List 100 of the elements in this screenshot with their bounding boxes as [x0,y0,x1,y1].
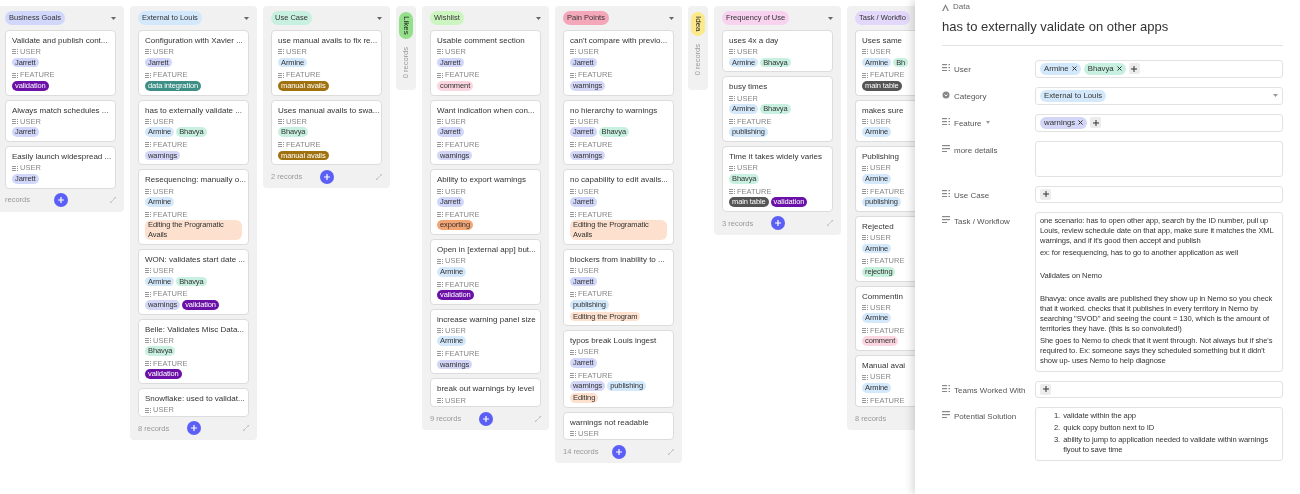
field-label: Feature [954,117,982,130]
caret-icon[interactable] [1273,94,1278,98]
list-icon [729,49,735,55]
breadcrumb-link[interactable]: Data [953,1,970,13]
add-button[interactable] [611,444,626,459]
card-title: Time it takes widely varies [729,152,824,162]
caret-icon[interactable] [536,16,541,20]
card-title: Easily launch widespread ... [12,152,109,162]
add-button[interactable] [1090,117,1102,129]
list-icon [278,72,284,78]
plus-icon [482,415,489,422]
add-button[interactable] [1040,188,1051,200]
list-icon [570,291,576,297]
list-icon [570,188,576,194]
list-icon [862,235,868,241]
list-icon [942,189,950,197]
list-icon [570,431,576,437]
close-icon[interactable] [1116,66,1122,72]
list-icon [12,49,18,55]
card-title: warnings not readable [570,417,650,427]
link-field[interactable] [1035,185,1283,203]
plus-icon [190,425,197,432]
add-button[interactable] [1128,63,1140,75]
list-icon [145,361,151,367]
paragraph-icon [942,410,950,418]
list-icon [145,337,151,343]
plus-icon [774,220,781,227]
caret-icon[interactable] [111,16,116,20]
text-field[interactable] [1035,211,1283,372]
card-title: Configuration with Xavier ... [145,36,242,46]
list-icon [437,212,443,218]
add-button[interactable] [319,169,334,184]
text-field[interactable] [1035,140,1283,177]
list-icon [729,95,735,101]
caret-icon[interactable] [244,16,249,20]
list-icon [145,291,151,297]
card-title: has to externally validate ... [145,105,242,115]
list-icon [570,372,576,378]
card-title: no capability to edit avails... [570,175,667,185]
card-title: Validate and publish cont... [12,36,109,46]
list-icon [437,351,443,357]
list-icon [437,49,443,55]
close-icon[interactable] [1071,66,1077,72]
list-icon [570,119,576,125]
caret-icon[interactable] [377,16,382,20]
field-label: Category [954,90,987,103]
card-title: Belle: Validates Misc Data... [145,324,242,334]
card-title: Ability to export warnings [437,175,527,185]
list-icon [437,142,443,148]
link-field[interactable] [1035,380,1283,398]
plus-icon [615,448,622,455]
paragraph-icon [942,215,950,223]
caret-icon[interactable] [985,120,990,124]
list-icon [570,349,576,355]
column-title: Likes [399,12,413,39]
add-button[interactable] [186,421,201,436]
card-title: break out warnings by level [437,384,534,394]
card-title: Want indication when con... [437,105,534,115]
list-icon [437,258,443,264]
plus-icon [1042,191,1049,198]
card-title: use manual avails to fix re... [278,36,375,46]
list-icon [862,258,868,264]
list-icon [942,63,950,71]
plus-icon [1131,65,1138,72]
add-button[interactable] [478,411,493,426]
field-label: Teams Worked With [954,384,1026,397]
card-title: Always match schedules ... [12,105,109,115]
list-icon [862,374,868,380]
caret-icon[interactable] [828,16,833,20]
plus-icon [1042,386,1049,393]
card-title: Usable comment section [437,36,526,46]
card-title: Commentin [862,291,904,301]
list-icon [12,72,18,78]
dropdown-icon [942,90,950,99]
card-title: Manual avai [862,361,907,371]
list-icon [570,72,576,78]
caret-icon[interactable] [669,16,674,20]
add-button[interactable] [770,216,785,231]
field-label: more details [954,144,998,157]
field-label: Use Case [954,189,990,202]
list-icon [862,188,868,194]
list-icon [278,49,284,55]
card-title: Snowflake: used to validat... [145,394,242,404]
list-icon [145,142,151,148]
add-button[interactable] [1040,383,1051,395]
list-icon [437,72,443,78]
list-icon [862,72,868,78]
card-title: typos break Louis ingest [570,336,658,346]
list-icon [145,212,151,218]
list-icon [862,304,868,310]
list-icon [12,165,18,171]
field-label: User [954,63,971,76]
list-icon [862,328,868,334]
list-icon [145,188,151,194]
list-icon [12,119,18,125]
add-button[interactable] [53,193,68,208]
card-title: Open in [external app] but... [437,245,534,255]
app-icon [942,3,949,11]
list-icon [862,49,868,55]
close-icon[interactable] [1078,120,1084,126]
